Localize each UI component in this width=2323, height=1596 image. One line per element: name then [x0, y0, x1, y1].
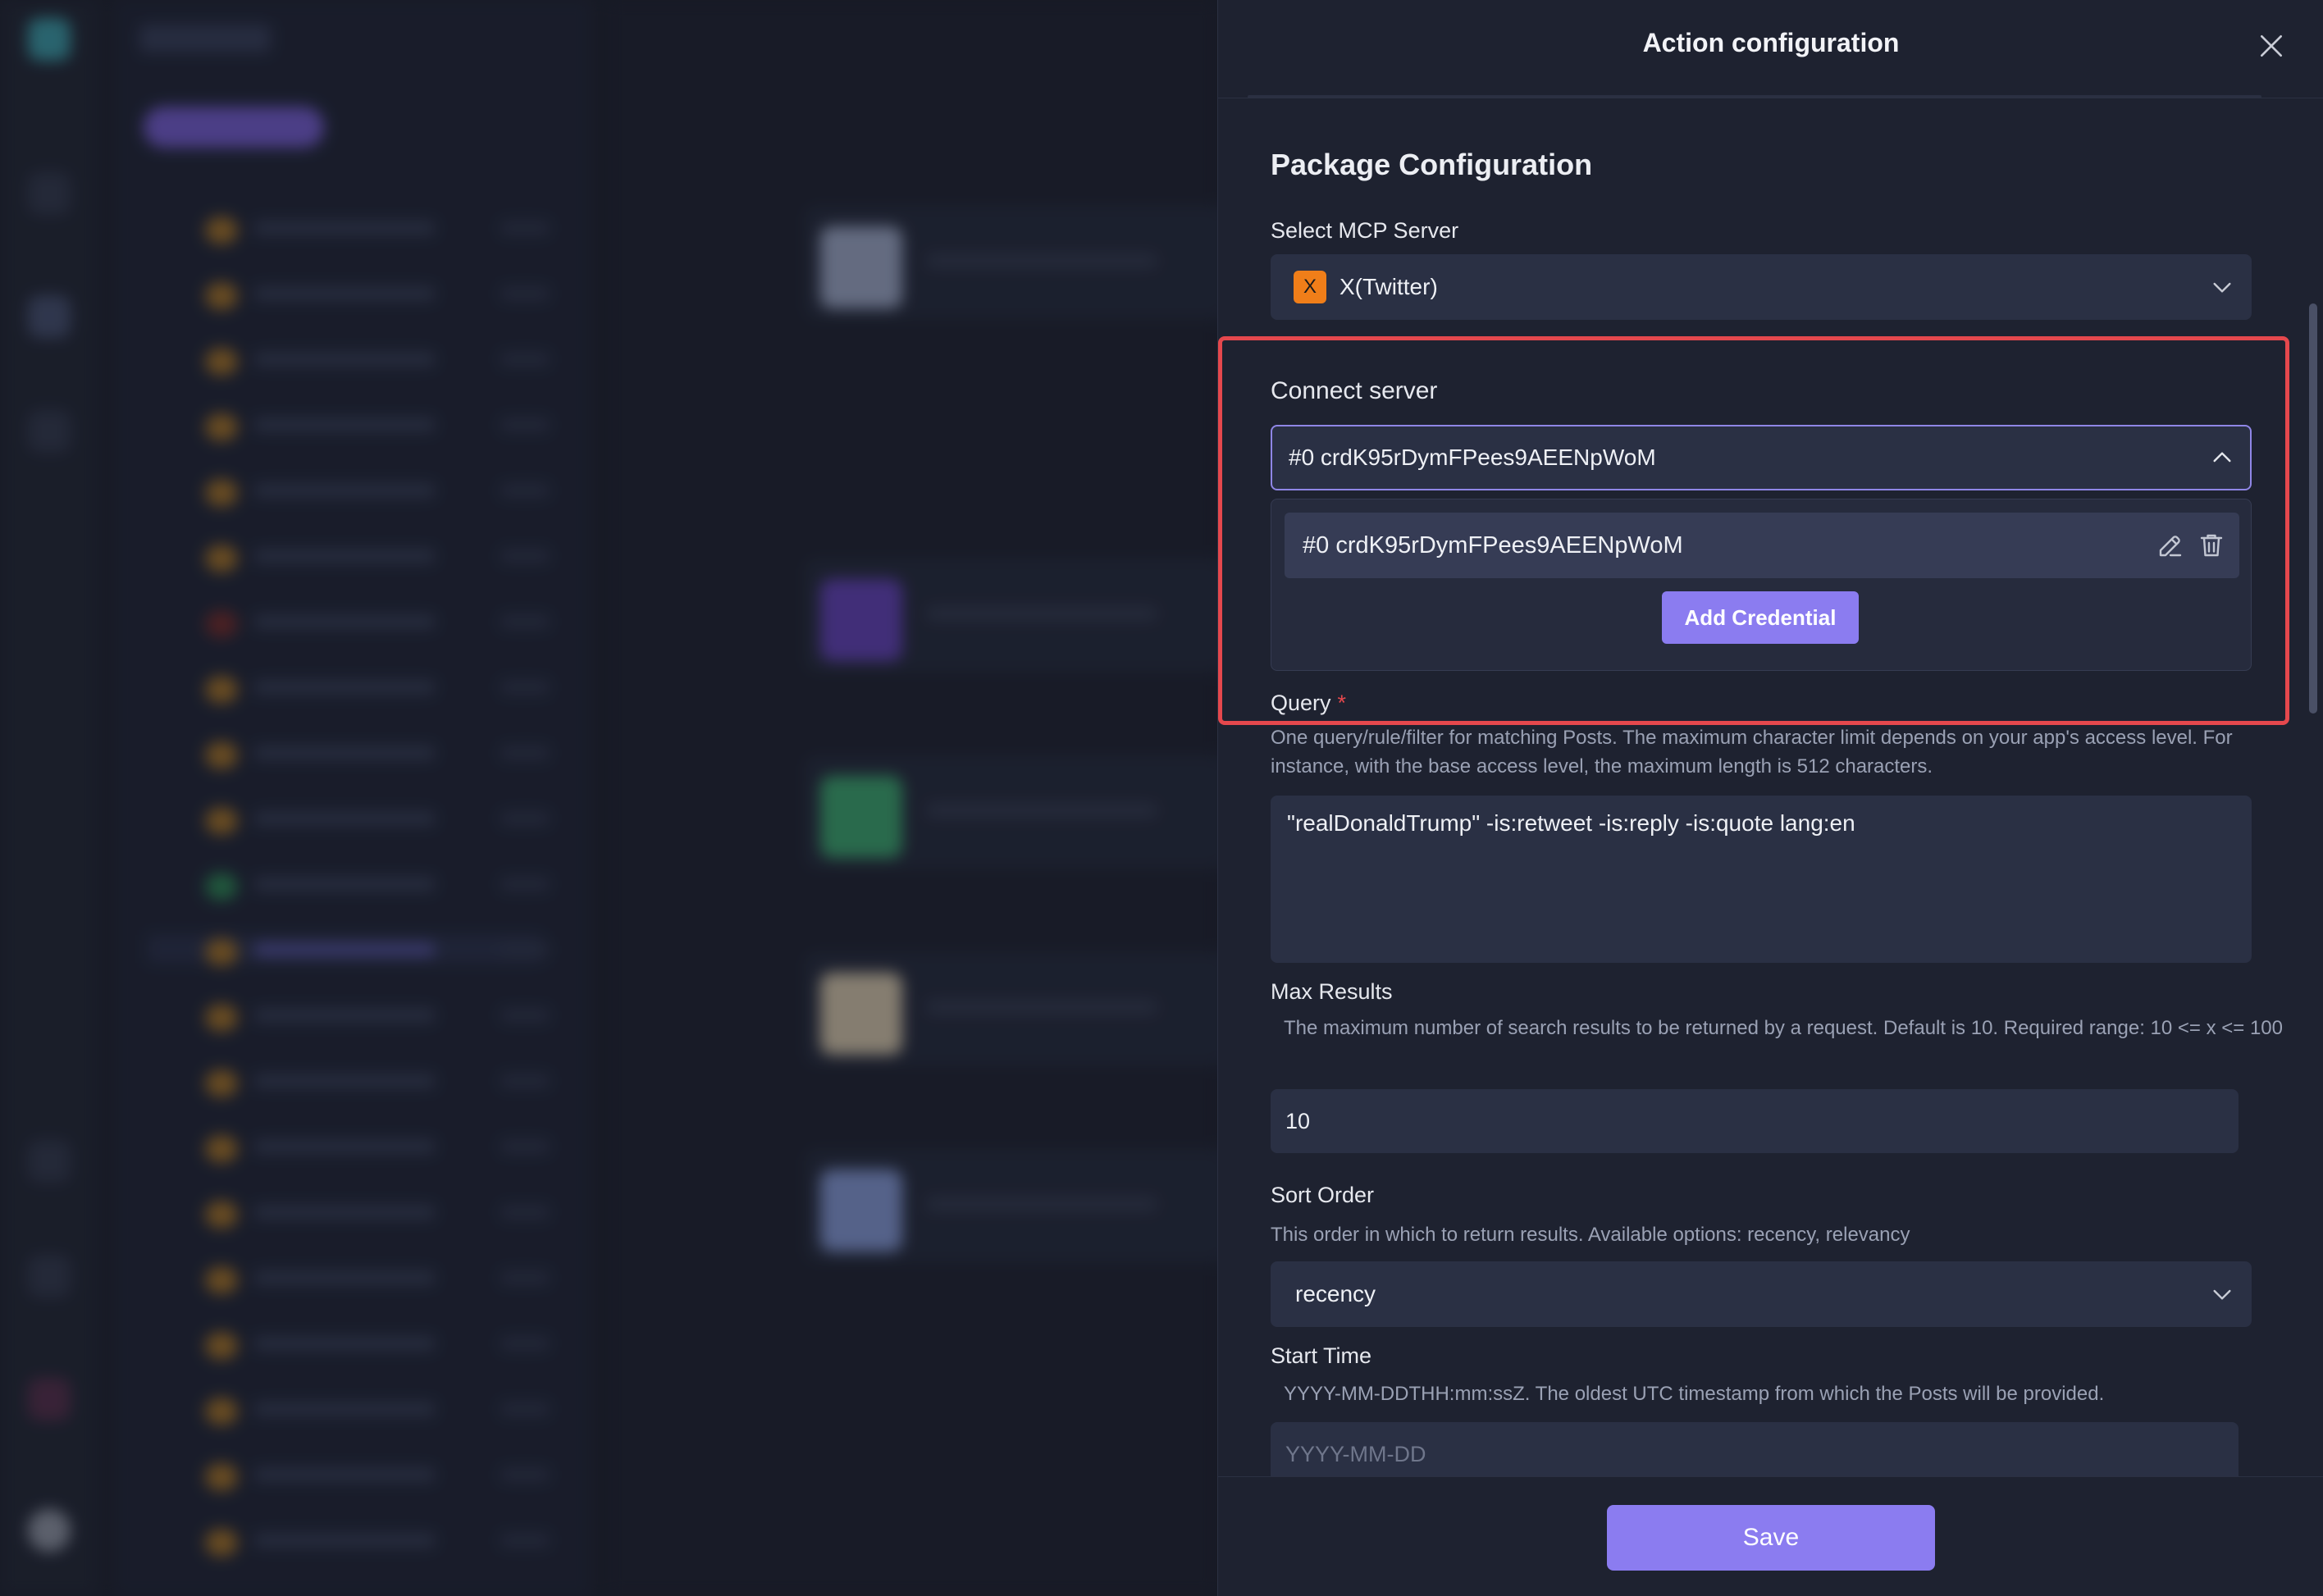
start-time-label: Start Time	[1271, 1343, 1372, 1368]
drawer-scrollbar[interactable]	[2309, 303, 2317, 714]
connect-server-dropdown: #0 crdK95rDymFPees9AEENpWoM Add Credenti…	[1271, 499, 2252, 671]
chevron-up-icon	[2209, 445, 2235, 471]
mcp-server-label: Select MCP Server	[1271, 218, 1459, 243]
action-configuration-drawer: Action configuration Package Configurati…	[1217, 0, 2323, 1596]
sort-order-value: recency	[1295, 1281, 1376, 1306]
required-mark: *	[1337, 691, 1347, 715]
max-results-input[interactable]: 10	[1271, 1089, 2239, 1153]
trash-icon[interactable]	[2197, 531, 2226, 560]
connect-server-select[interactable]: #0 crdK95rDymFPees9AEENpWoM	[1271, 425, 2252, 490]
credential-option-label: #0 crdK95rDymFPees9AEENpWoM	[1303, 532, 1683, 559]
start-time-help: YYYY-MM-DDTHH:mm:ssZ. The oldest UTC tim…	[1284, 1383, 2105, 1405]
connect-server-label: Connect server	[1271, 377, 1438, 404]
chevron-down-icon	[2209, 274, 2235, 300]
save-button[interactable]: Save	[1607, 1505, 1935, 1571]
start-time-input[interactable]: YYYY-MM-DD	[1271, 1422, 2239, 1476]
mcp-server-select[interactable]: X X(Twitter)	[1271, 254, 2252, 320]
query-label-text: Query	[1271, 691, 1331, 715]
x-twitter-icon: X	[1294, 271, 1326, 303]
drawer-title: Action configuration	[1642, 28, 1900, 57]
chevron-down-icon	[2209, 1281, 2235, 1307]
credential-option[interactable]: #0 crdK95rDymFPees9AEENpWoM	[1285, 513, 2239, 578]
query-label: Query *	[1271, 691, 1346, 716]
query-textarea[interactable]: "realDonaldTrump" -is:retweet -is:reply …	[1271, 796, 2252, 963]
section-title: Package Configuration	[1271, 148, 1593, 181]
query-help: One query/rule/filter for matching Posts…	[1271, 727, 2233, 777]
mcp-server-value: X(Twitter)	[1339, 274, 1438, 299]
drawer-body[interactable]: Package Configuration Select MCP Server …	[1218, 98, 2323, 1476]
edit-icon[interactable]	[2156, 531, 2185, 560]
background-app	[0, 0, 1217, 1596]
sort-order-label: Sort Order	[1271, 1183, 1375, 1207]
close-button[interactable]	[2255, 30, 2288, 62]
sort-order-select[interactable]: recency	[1271, 1261, 2252, 1327]
max-results-help: The maximum number of search results to …	[1284, 1017, 2283, 1039]
sort-order-help: This order in which to return results. A…	[1271, 1224, 1910, 1246]
add-credential-button[interactable]: Add Credential	[1662, 591, 1859, 644]
drawer-header: Action configuration	[1218, 0, 2323, 98]
connect-server-value: #0 crdK95rDymFPees9AEENpWoM	[1289, 445, 1656, 470]
max-results-label: Max Results	[1271, 979, 1393, 1004]
drawer-footer: Save	[1218, 1476, 2323, 1596]
close-icon[interactable]	[2255, 30, 2288, 62]
